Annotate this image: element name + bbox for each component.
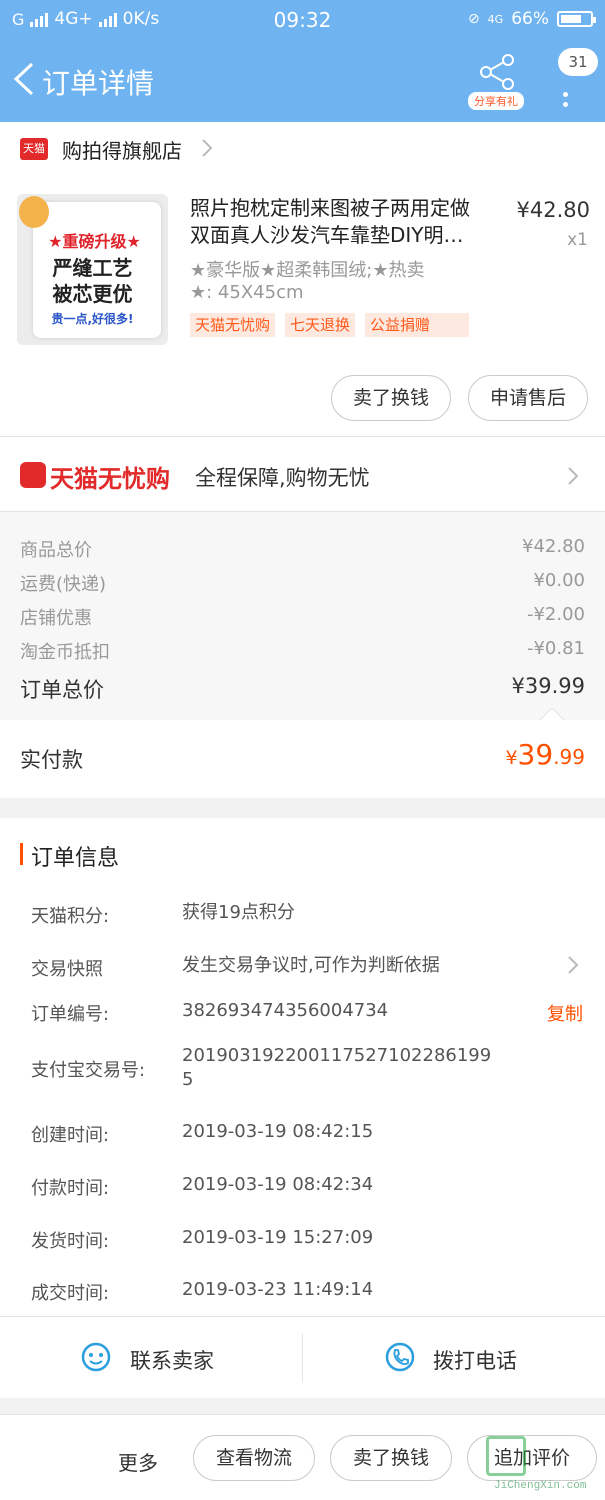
section-gap xyxy=(0,1398,605,1414)
thumb-text-2: 严缝工艺 xyxy=(52,256,133,280)
cost-value: ¥42.80 xyxy=(522,536,585,557)
product-title[interactable]: 照片抱枕定制来图被子两用定做 双面真人沙发汽车靠垫DIY明… xyxy=(190,195,496,249)
status-right: ⊘ 4G 66% xyxy=(467,9,596,29)
divider xyxy=(0,436,605,437)
thumb-text-4: 贵一点,好很多! xyxy=(51,312,134,326)
tmall-logo: 天猫 xyxy=(20,138,48,160)
created-time-value: 2019-03-19 08:42:15 xyxy=(182,1121,374,1142)
page-title: 订单详情 xyxy=(42,67,155,100)
share-button[interactable]: 分享有礼 xyxy=(468,54,528,114)
actual-payment-row: 实付款 ¥39.99 xyxy=(0,720,605,798)
service-tag: 公益捐赠 xyxy=(365,313,470,337)
created-time-label: 创建时间: xyxy=(31,1125,110,1146)
points-label: 天猫积分: xyxy=(31,906,110,927)
cost-row-goods: 商品总价 ¥42.80 xyxy=(20,536,585,562)
watermark-url: JiChengXin.com xyxy=(494,1480,587,1492)
paid-time-label: 付款时间: xyxy=(31,1178,110,1199)
guarantee-text: 全程保障,购物无忧 xyxy=(195,466,370,490)
message-count-badge[interactable]: 31 xyxy=(558,48,598,76)
paid-currency: ¥ xyxy=(505,747,518,769)
product-sku-line2: ★: 45X45cm xyxy=(190,282,304,303)
order-number-label: 订单编号: xyxy=(31,1004,110,1025)
guarantee-brand: 天猫无忧购 xyxy=(50,465,170,493)
total-label: 订单总价 xyxy=(20,678,104,702)
mute-icon: ⊘ xyxy=(467,11,480,27)
copy-button[interactable]: 复制 xyxy=(547,1000,583,1026)
cost-label: 运费(快递) xyxy=(20,574,107,595)
order-info-title: 订单信息 xyxy=(31,846,120,871)
completed-time-value: 2019-03-23 11:49:14 xyxy=(182,1279,374,1300)
tmall-cat-icon xyxy=(20,462,46,488)
chevron-right-icon xyxy=(202,139,213,157)
thumb-text-3: 被芯更优 xyxy=(52,282,133,306)
store-name[interactable]: 购拍得旗舰店 xyxy=(62,135,182,164)
cost-label: 店铺优惠 xyxy=(20,608,92,629)
product-title-line1: 照片抱枕定制来图被子两用定做 xyxy=(190,196,470,220)
thumbs-up-icon xyxy=(19,196,49,228)
cost-value: ¥0.00 xyxy=(533,570,585,591)
shipped-time-value: 2019-03-19 15:27:09 xyxy=(182,1227,374,1248)
paid-amount: ¥39.99 xyxy=(505,738,585,771)
section-accent-bar xyxy=(20,843,23,865)
service-tag: 七天退换 xyxy=(285,313,356,337)
battery-icon xyxy=(557,11,596,27)
site-watermark: JiChengXin.com xyxy=(486,1436,601,1500)
cost-label: 淘金币抵扣 xyxy=(20,642,110,663)
shipped-time-label: 发货时间: xyxy=(31,1231,110,1252)
share-label: 分享有礼 xyxy=(468,92,524,110)
product-title-line2: 双面真人沙发汽车靠垫DIY明… xyxy=(190,223,464,247)
back-arrow-icon[interactable] xyxy=(10,62,40,96)
snapshot-value[interactable]: 发生交易争议时,可作为判断依据 xyxy=(182,954,512,978)
sell-for-cash-button-bottom[interactable]: 卖了换钱 xyxy=(330,1435,452,1481)
share-icon xyxy=(480,54,514,90)
product-sku-line1: ★豪华版★超柔韩国绒;★热卖 xyxy=(190,260,425,281)
store-row[interactable]: 天猫 购拍得旗舰店 xyxy=(0,122,605,174)
cost-row-coin-deduction: 淘金币抵扣 -¥0.81 xyxy=(20,638,585,664)
paid-time-value: 2019-03-19 08:42:34 xyxy=(182,1174,374,1195)
network-type-2: 4G xyxy=(487,12,504,26)
sell-for-cash-button[interactable]: 卖了换钱 xyxy=(331,375,451,421)
cost-summary: 商品总价 ¥42.80 运费(快递) ¥0.00 店铺优惠 -¥2.00 淘金币… xyxy=(0,512,605,720)
cost-value: -¥0.81 xyxy=(526,638,585,659)
alipay-trade-label: 支付宝交易号: xyxy=(31,1060,146,1081)
product-price: ¥42.80 xyxy=(516,198,590,222)
watermark-logo xyxy=(486,1436,526,1476)
more-button[interactable]: 更多 xyxy=(118,1447,158,1476)
order-number-value: 382693474356004734 xyxy=(182,1000,389,1021)
completed-time-label: 成交时间: xyxy=(31,1283,110,1304)
call-phone-label: 拨打电话 xyxy=(433,1349,517,1373)
phone-icon xyxy=(385,1342,415,1372)
contact-seller-label: 联系卖家 xyxy=(130,1349,214,1373)
paid-label: 实付款 xyxy=(20,748,83,772)
section-gap xyxy=(0,798,605,818)
cost-label: 商品总价 xyxy=(20,540,92,561)
after-sale-button[interactable]: 申请售后 xyxy=(468,375,588,421)
snapshot-label[interactable]: 交易快照 xyxy=(31,955,103,981)
cost-value: -¥2.00 xyxy=(526,604,585,625)
total-value: ¥39.99 xyxy=(511,674,585,698)
service-tag: 天猫无忧购 xyxy=(190,313,276,337)
product-thumbnail[interactable]: ★重磅升级★ 严缝工艺 被芯更优 贵一点,好很多! xyxy=(17,194,168,345)
cost-row-store-discount: 店铺优惠 -¥2.00 xyxy=(20,604,585,630)
cost-row-shipping: 运费(快递) ¥0.00 xyxy=(20,570,585,596)
more-menu-icon[interactable] xyxy=(560,92,572,112)
battery-percent: 66% xyxy=(511,9,549,29)
view-logistics-button[interactable]: 查看物流 xyxy=(193,1435,315,1481)
contact-bar: 联系卖家 拨打电话 xyxy=(0,1316,605,1398)
service-tags: 天猫无忧购 七天退换 公益捐赠 xyxy=(190,313,470,337)
alipay-trade-value: 2019031922001175271022861995 xyxy=(182,1045,492,1090)
paid-decimal: .99 xyxy=(553,745,585,769)
chevron-right-icon[interactable] xyxy=(566,954,580,976)
header: 订单详情 分享有礼 31 xyxy=(0,40,605,122)
points-value: 获得19点积分 xyxy=(182,902,295,923)
cost-row-total: 订单总价 ¥39.99 xyxy=(20,674,585,704)
paid-integer: 39 xyxy=(517,738,554,771)
product-quantity: x1 xyxy=(567,230,588,250)
contact-separator xyxy=(302,1333,303,1383)
chat-face-icon xyxy=(81,1342,111,1372)
status-bar: G 4G+ 0K/s 09:32 ⊘ 4G 66% xyxy=(0,0,605,40)
thumb-text-1: ★重磅升级★ xyxy=(48,232,141,251)
chevron-right-icon xyxy=(568,467,579,485)
